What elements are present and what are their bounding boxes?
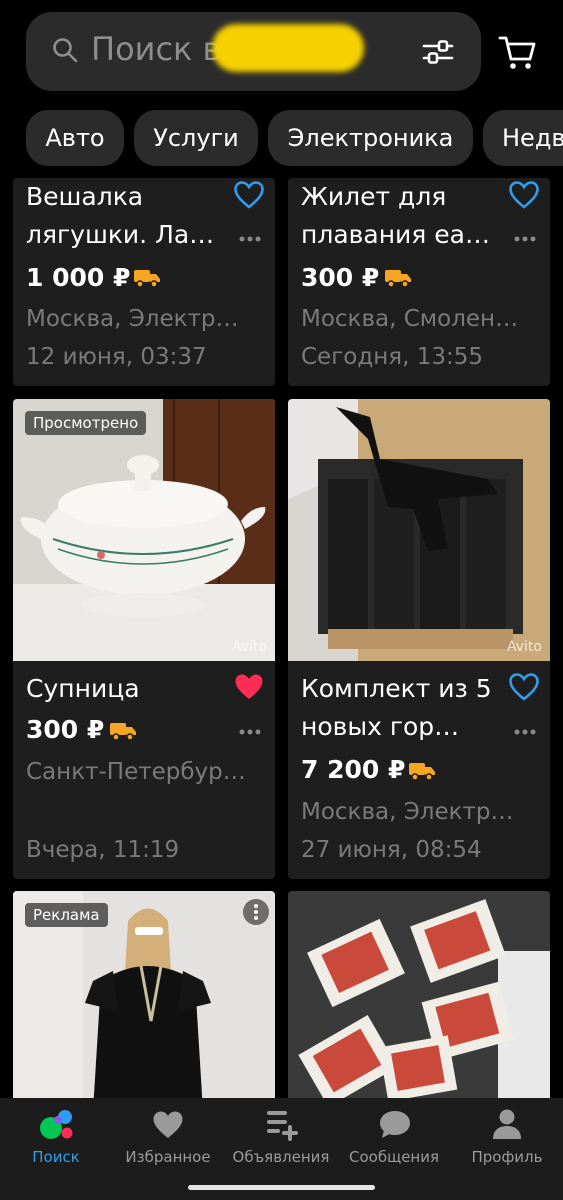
listing-title: Жилет для плавания еа… (301, 182, 490, 249)
listing-title: Супница (26, 674, 140, 703)
category-chips: Авто Услуги Электроника Недв (0, 110, 563, 166)
listing-title: Комплект из 5 новых гор… (301, 674, 492, 741)
chip-electronics[interactable]: Электроника (268, 110, 473, 166)
listing-card[interactable]: Жилет для плавания еа… 300 ₽ Москва, Смо… (288, 178, 550, 386)
nav-search-label: Поиск (32, 1148, 80, 1166)
filter-icon[interactable] (422, 38, 454, 66)
delivery-truck-icon (134, 270, 160, 288)
search-icon (53, 38, 78, 63)
nav-listings-label: Объявления (232, 1148, 330, 1166)
nav-profile-label: Профиль (471, 1148, 543, 1166)
listing-price: 300 ₽ (301, 263, 380, 292)
chip-realty[interactable]: Недв (483, 110, 563, 166)
listing-title: Вешалка лягушки. Ла… (26, 182, 215, 249)
listing-location: Москва, Смолен… (301, 306, 519, 332)
listing-location: Москва, Электр… (301, 799, 514, 825)
listing-date: Сегодня, 13:55 (301, 344, 484, 370)
favorite-heart-icon[interactable] (508, 180, 540, 210)
listing-price: 7 200 ₽ (301, 755, 406, 784)
chip-services[interactable]: Услуги (134, 110, 258, 166)
more-icon[interactable] (514, 729, 536, 735)
listing-date: Вчера, 11:19 (26, 837, 180, 863)
nav-listings[interactable]: Объявления (225, 1098, 337, 1178)
more-icon[interactable] (514, 236, 536, 242)
favorite-heart-filled-icon[interactable] (233, 672, 265, 702)
listing-date: 27 июня, 08:54 (301, 837, 482, 863)
more-icon[interactable] (239, 236, 261, 242)
chat-bubble-icon (380, 1111, 410, 1138)
listing-card[interactable]: Просмотрено Avito Супница 300 ₽ Санкт-Пе… (13, 399, 275, 879)
listing-photo (13, 399, 275, 661)
listing-photo (288, 399, 550, 661)
listing-price: 300 ₽ (26, 715, 105, 744)
listing-location: Санкт-Петербур… (26, 759, 246, 785)
more-icon[interactable] (239, 729, 261, 735)
nav-profile[interactable]: Профиль (451, 1098, 563, 1178)
favorite-heart-icon[interactable] (233, 180, 265, 210)
delivery-truck-icon (409, 763, 435, 781)
nav-search[interactable]: Поиск (0, 1098, 112, 1178)
nav-messages[interactable]: Сообщения (338, 1098, 450, 1178)
redaction-blur (212, 24, 364, 72)
nav-favorites[interactable]: Избранное (112, 1098, 224, 1178)
ad-badge: Реклама (25, 903, 108, 927)
listing-price: 1 000 ₽ (26, 263, 131, 292)
listing-card[interactable] (288, 891, 550, 1111)
delivery-truck-icon (385, 270, 411, 288)
nav-messages-label: Сообщения (348, 1148, 439, 1166)
profile-icon (493, 1109, 521, 1139)
nav-favorites-label: Избранное (125, 1148, 211, 1166)
listing-date: 12 июня, 03:37 (26, 344, 207, 370)
home-indicator (188, 1185, 375, 1190)
listings-add-icon (267, 1111, 298, 1141)
chip-auto[interactable]: Авто (26, 110, 124, 166)
delivery-truck-icon (110, 723, 136, 741)
listing-card[interactable]: Avito Комплект из 5 новых гор… 7 200 ₽ М… (288, 399, 550, 879)
viewed-badge: Просмотрено (25, 411, 147, 435)
heart-icon (153, 1111, 183, 1138)
cart-icon[interactable] (497, 32, 537, 72)
favorite-heart-icon[interactable] (508, 672, 540, 702)
listing-card[interactable]: Вешалка лягушки. Ла… 1 000 ₽ Москва, Эле… (13, 178, 275, 386)
listing-photo (288, 891, 550, 1111)
search-input[interactable]: Поиск в (91, 30, 221, 68)
search-logo-icon (40, 1110, 73, 1139)
ad-card[interactable]: Реклама (13, 891, 275, 1111)
more-vertical-icon[interactable] (243, 899, 269, 925)
listing-location: Москва, Электр… (26, 306, 239, 332)
